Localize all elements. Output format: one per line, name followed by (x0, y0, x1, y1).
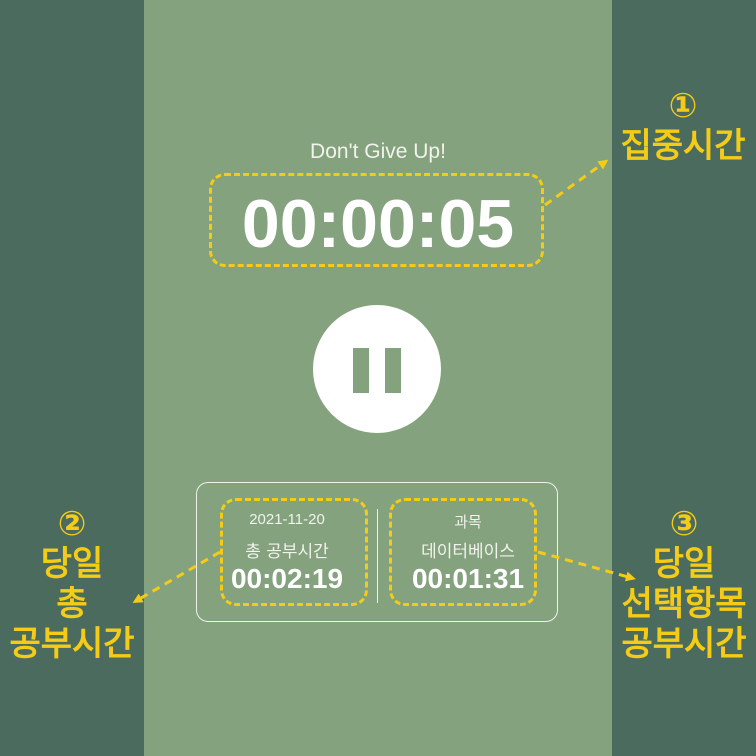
app-screen: Don't Give Up! 00:00:05 2021-11-20 총 공부시… (144, 0, 612, 756)
annotation-2: ② 당일 총 공부시간 (0, 504, 144, 664)
annotation-3-line1: 당일 (652, 544, 716, 585)
pause-icon-bar (385, 348, 401, 393)
motto-text: Don't Give Up! (310, 140, 446, 163)
annotation-2-number: ② (57, 504, 87, 544)
annotation-2-line2: 총 (56, 584, 88, 625)
pause-icon (353, 348, 369, 393)
highlight-focus-timer (209, 173, 544, 267)
pause-button[interactable] (313, 305, 441, 433)
highlight-subject-time (389, 498, 537, 606)
annotation-2-line1: 당일 (40, 544, 104, 585)
annotation-2-line3: 공부시간 (9, 624, 135, 665)
highlight-daily-total (220, 498, 368, 606)
annotation-3: ③ 당일 선택항목 공부시간 (612, 504, 756, 664)
annotation-3-number: ③ (669, 504, 699, 544)
annotation-1-text: 집중시간 (620, 126, 746, 167)
annotation-1-number: ① (668, 86, 698, 126)
annotation-3-line3: 공부시간 (621, 624, 747, 665)
annotation-1: ① 집중시간 (610, 86, 756, 166)
annotation-3-line2: 선택항목 (621, 584, 747, 625)
